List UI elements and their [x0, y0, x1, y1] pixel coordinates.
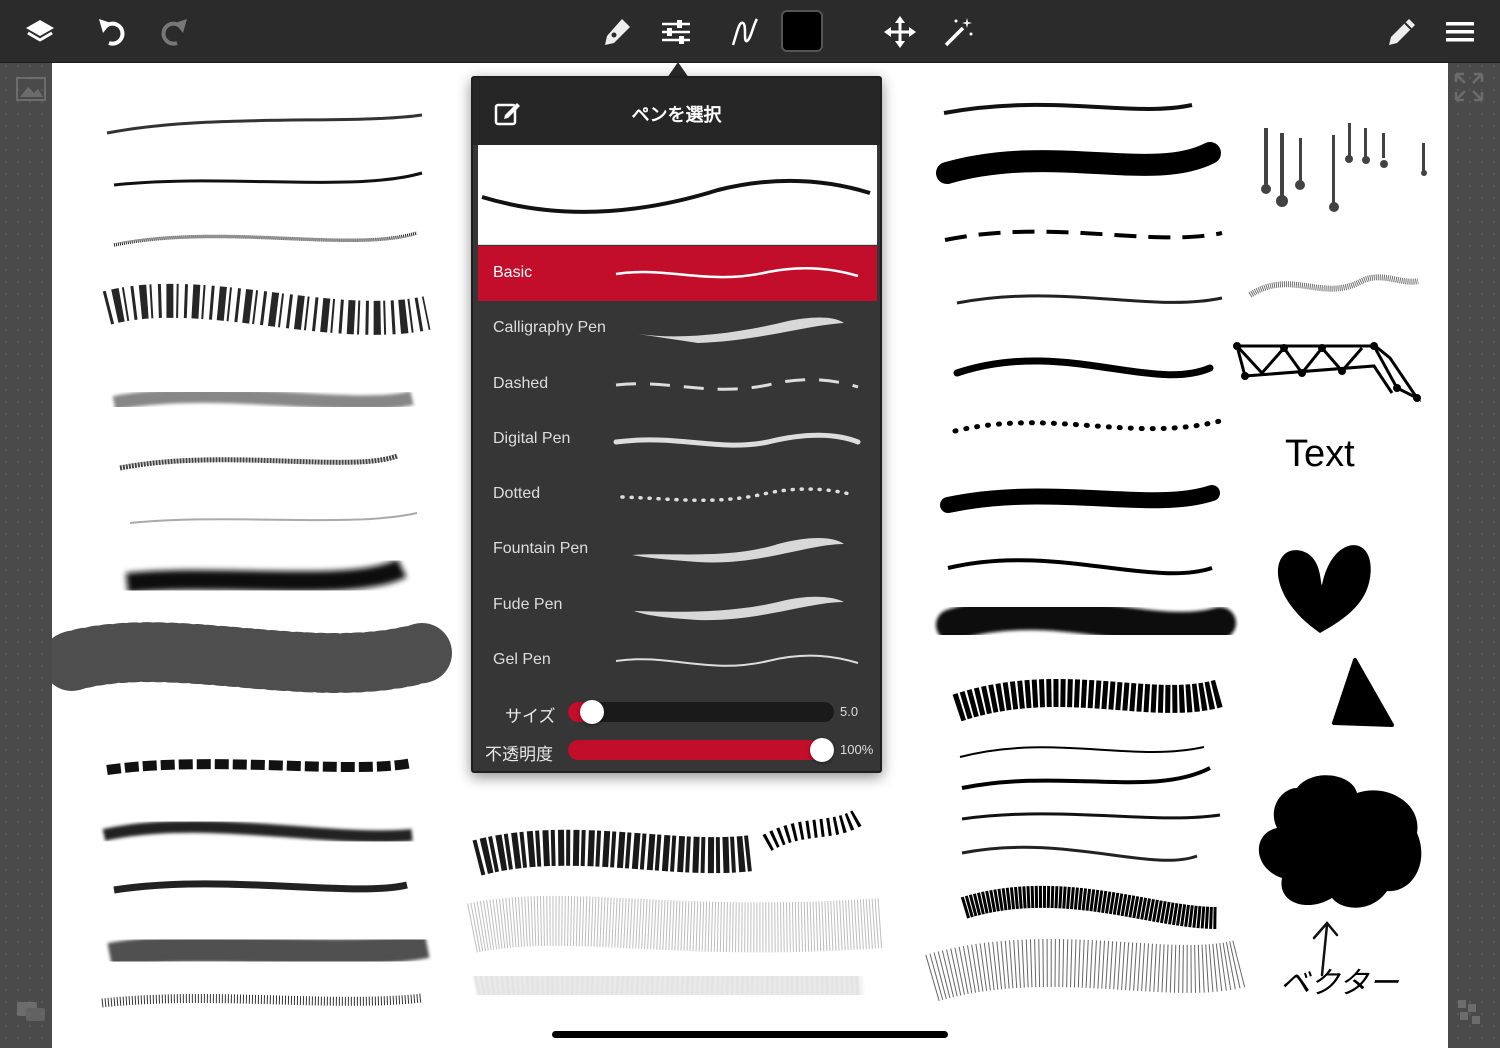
- pen-item-label: Fude Pen: [493, 595, 563, 613]
- pen-stroke-preview: [620, 487, 856, 503]
- opacity-label: 不透明度: [485, 745, 553, 765]
- move-tool-button[interactable]: [878, 10, 922, 54]
- left-stroke-column: [52, 113, 452, 1008]
- size-slider[interactable]: [568, 700, 834, 724]
- pen-item-label: Fountain Pen: [493, 540, 589, 558]
- opacity-slider[interactable]: [568, 738, 834, 762]
- hamburger-menu-icon: [1446, 22, 1474, 42]
- opacity-slider-row: 不透明度 100%: [478, 733, 877, 767]
- fullscreen-icon[interactable]: [1452, 70, 1486, 104]
- stroke-preview: [478, 145, 877, 245]
- stroke-preview-curve: [481, 178, 871, 214]
- size-slider-thumb[interactable]: [580, 700, 605, 724]
- pen-item-fude[interactable]: Fude Pen: [478, 578, 877, 633]
- layers-icon: [26, 20, 54, 42]
- pen-item-label: Basic: [493, 264, 533, 281]
- menu-button[interactable]: [1438, 10, 1482, 54]
- undo-button[interactable]: [90, 10, 134, 54]
- size-label: サイズ: [505, 707, 556, 727]
- undo-icon: [99, 19, 125, 46]
- pen-tool-button[interactable]: [595, 10, 639, 54]
- sliders-icon: [662, 20, 690, 44]
- pen-item-dotted[interactable]: Dotted: [478, 467, 877, 522]
- pen-item-basic[interactable]: Basic: [478, 246, 877, 302]
- middle-stroke-group: [467, 810, 884, 1010]
- pen-stroke-preview: [613, 432, 861, 448]
- pen-item-gel[interactable]: Gel Pen: [478, 633, 877, 688]
- pen-stroke-preview: [638, 317, 844, 344]
- panel-title: ペンを選択: [631, 105, 722, 126]
- move-icon: [884, 16, 916, 48]
- home-indicator: [552, 1031, 948, 1038]
- size-slider-row: サイズ 5.0: [478, 695, 877, 729]
- pen-item-calligraphy[interactable]: Calligraphy Pen: [478, 301, 877, 356]
- panel-header: ペンを選択: [473, 78, 880, 145]
- magic-wand-icon: [944, 18, 973, 47]
- pen-select-panel: ペンを選択 Basic Calligraphy Pen Dashed Digital …: [471, 76, 882, 773]
- size-value: 5.0: [840, 704, 859, 719]
- pen-stroke-preview: [615, 266, 859, 279]
- layers-button[interactable]: [18, 10, 62, 54]
- right-stroke-column: [925, 102, 1249, 1002]
- opacity-slider-thumb[interactable]: [810, 738, 834, 762]
- redo-button[interactable]: [152, 10, 196, 54]
- redo-icon: [161, 19, 187, 46]
- pen-stroke-preview: [615, 654, 859, 667]
- pen-stroke-preview: [632, 538, 844, 563]
- image-icon[interactable]: [14, 72, 48, 106]
- pen-item-dashed[interactable]: Dashed: [478, 357, 877, 412]
- color-swatch[interactable]: [781, 10, 823, 52]
- pen-item-label: Dotted: [493, 485, 541, 503]
- vector-note: ベクター: [1280, 966, 1399, 1001]
- chat-icon[interactable]: [14, 996, 48, 1030]
- pen-item-label: Gel Pen: [493, 651, 551, 669]
- pen-item-fountain[interactable]: Fountain Pen: [478, 522, 877, 577]
- opacity-slider-fill: [568, 740, 822, 760]
- shape-group: [1233, 123, 1427, 977]
- pen-settings-button[interactable]: [654, 10, 698, 54]
- magic-wand-button[interactable]: [936, 10, 980, 54]
- pen-item-label: Dashed: [493, 374, 549, 392]
- pen-stroke-preview: [634, 596, 844, 620]
- pen-item-label: Digital Pen: [493, 429, 571, 447]
- stroke-style-button[interactable]: [722, 10, 766, 54]
- opacity-value: 100%: [840, 742, 874, 757]
- palette-icon[interactable]: [1452, 994, 1486, 1028]
- pen-list: Basic Calligraphy Pen Dashed Digital Pen Dot…: [478, 246, 877, 688]
- pen-item-digital[interactable]: Digital Pen: [478, 412, 877, 467]
- edit-pencil-button[interactable]: [1380, 10, 1424, 54]
- top-toolbar: [0, 0, 1500, 63]
- stroke-curve-icon: [731, 18, 759, 46]
- pen-nib-icon: [605, 19, 630, 45]
- pencil-icon: [1389, 19, 1415, 45]
- pen-stroke-preview: [615, 377, 859, 391]
- pen-item-label: Calligraphy Pen: [493, 319, 606, 337]
- text-sample: Text: [1285, 433, 1355, 475]
